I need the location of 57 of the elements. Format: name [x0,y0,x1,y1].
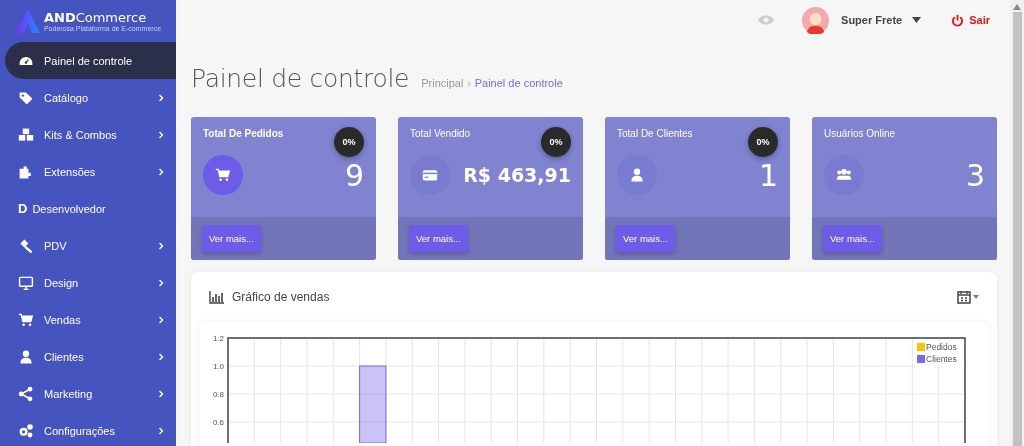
gavel-icon [18,237,34,254]
breadcrumb-separator: › [467,78,471,89]
user-menu[interactable]: Super Frete [841,14,922,26]
axis-tick-label: 1.2 [212,334,224,343]
logo-icon [14,8,41,34]
sidebar-item[interactable]: Painel de controle [5,42,176,79]
page-title: Painel de controle [191,64,410,93]
percent-badge: 0% [541,127,571,157]
axis-tick-label: 1.0 [212,362,224,371]
legend-label: Clientes [926,354,957,364]
stat-value: 3 [965,157,985,193]
sidebar-item[interactable]: Kits & Combos [0,116,176,153]
chart-title: Gráfico de vendas [232,290,331,304]
see-more-button[interactable]: Ver mais... [202,225,261,252]
scrollbar[interactable] [1010,0,1024,446]
axis-tick-label: 0.8 [212,390,224,399]
logout-button[interactable]: Sair [951,13,990,27]
power-icon [951,13,965,27]
sidebar-item[interactable]: D Desenvolvedor [0,190,176,227]
sidebar-item[interactable]: Configurações [0,412,176,446]
share-icon [18,385,34,402]
sidebar-item[interactable]: Design [0,264,176,301]
card-title: Total De Pedidos [203,128,285,139]
card-title: Total De Clientes [617,128,694,139]
caret-icon [973,295,979,299]
sidebar-item[interactable]: Marketing [0,375,176,412]
sidebar-item[interactable]: Vendas [0,301,176,338]
sidebar-item[interactable]: Clientes [0,338,176,375]
sidebar-item[interactable]: Catálogo [0,79,176,116]
card-title: Total Vendido [410,128,472,139]
avatar-icon [802,6,830,34]
sidebar-item[interactable]: Extensões [0,153,176,190]
percent-badge: 0% [334,127,364,157]
logo-name: ANDCommerce [43,10,148,25]
stat-value: 1 [758,157,778,193]
bar-chart-icon [209,290,224,304]
tag-icon [18,89,34,106]
axis-tick-label: 0.6 [212,418,224,427]
see-more-button[interactable]: Ver mais... [616,225,675,252]
see-more-button[interactable]: Ver mais... [409,225,468,252]
cubes-icon [18,126,34,143]
percent-badge: 0% [748,127,778,157]
sidebar-item[interactable]: PDV [0,227,176,264]
gears-icon [18,422,34,439]
scroll-up-icon[interactable] [1013,4,1021,10]
cart-icon [18,311,34,328]
legend-label: Pedidos [926,342,957,352]
caret-icon [912,17,922,23]
card-title: Usuários Online [824,128,897,139]
puzzle-icon [18,163,34,180]
see-more-button[interactable]: Ver mais... [823,225,882,252]
monitor-icon [18,274,34,291]
stat-value: 9 [344,157,364,193]
calendar-dropdown[interactable] [957,290,979,304]
breadcrumb-link[interactable]: Painel de controle [474,77,563,89]
stat-value: R$ 463,91 [463,164,571,186]
user-icon [18,348,34,365]
